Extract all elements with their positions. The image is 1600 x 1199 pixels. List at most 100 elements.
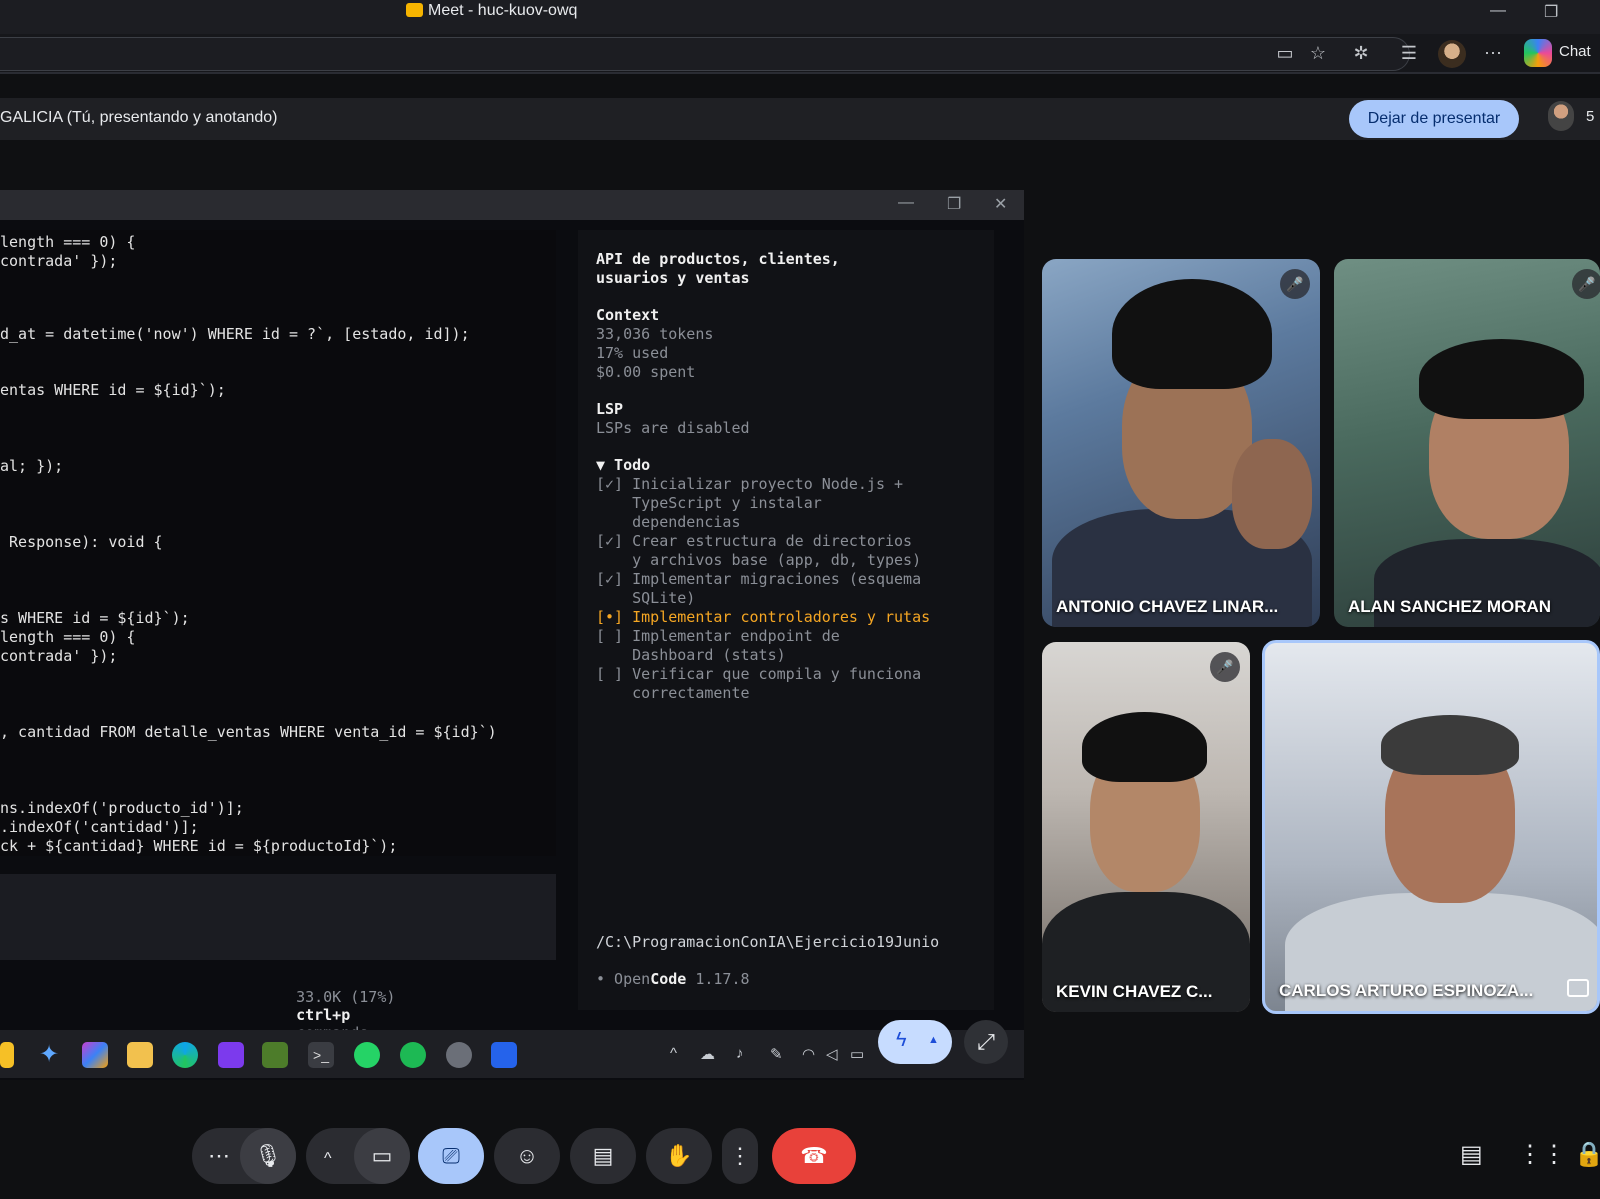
context-tokens: 33,036 tokens xyxy=(596,325,714,343)
participant-hand xyxy=(1232,439,1312,549)
presenter-label: GALICIA (Tú, presentando y anotando) xyxy=(0,109,278,126)
code-line: length === 0) { xyxy=(0,628,136,646)
participant-tile[interactable]: 🎤 ALAN SANCHEZ MORAN xyxy=(1334,259,1600,627)
token-usage: 33.0K (17%) xyxy=(296,988,396,1006)
todo-item-line: y archivos base (app, db, types) xyxy=(596,551,922,569)
raise-hand-button[interactable]: ✋ xyxy=(646,1128,712,1184)
window-title: Meet - huc-kuov-owq xyxy=(428,2,578,19)
chevron-up-icon[interactable]: ^ xyxy=(324,1150,332,1167)
chat-icon[interactable]: ▤ xyxy=(1460,1140,1483,1169)
minimize-button[interactable]: — xyxy=(1490,2,1506,20)
onedrive-icon: ☁ xyxy=(700,1046,715,1063)
chat-label[interactable]: Chat xyxy=(1559,43,1591,60)
participant-tile[interactable]: 🎤 ANTONIO CHAVEZ LINAR... xyxy=(1042,259,1320,627)
session-title-line-2: usuarios y ventas xyxy=(596,269,750,287)
code-line: d_at = datetime('now') WHERE id = ?`, [e… xyxy=(0,325,470,343)
meet-icon xyxy=(406,3,423,17)
working-directory: /C:\ProgramacionConIA\Ejercicio19Junio xyxy=(596,933,940,951)
participant-tile-active-speaker[interactable]: CARLOS ARTURO ESPINOZA... xyxy=(1262,640,1600,1014)
extensions-icon[interactable]: ✲ xyxy=(1348,40,1374,66)
people-icon[interactable] xyxy=(1548,101,1574,131)
expand-icon[interactable]: ⤢ xyxy=(964,1020,1008,1064)
context-heading: Context xyxy=(596,306,660,324)
code-line: entas WHERE id = ${id}`); xyxy=(0,381,226,399)
participant-hair xyxy=(1419,339,1584,419)
profile-avatar[interactable] xyxy=(1438,40,1466,68)
host-controls-icon[interactable]: 🔒 xyxy=(1574,1140,1600,1169)
more-actions-button[interactable]: ⋮ xyxy=(722,1128,758,1184)
browser-titlebar xyxy=(0,0,1600,34)
code-line: al; }); xyxy=(0,457,64,475)
hand-icon: ✋ xyxy=(665,1143,693,1168)
todo-item-line: [✓] Implementar migraciones (esquema xyxy=(596,570,922,588)
todo-item-line: [ ] Implementar endpoint de xyxy=(596,627,840,645)
sticky-notes-icon xyxy=(0,1042,14,1068)
todo-item-line: SQLite) xyxy=(596,589,696,607)
reactions-button[interactable]: ☺ xyxy=(494,1128,560,1184)
code-line: length === 0) { xyxy=(0,233,136,251)
code-line: s WHERE id = ${id}`); xyxy=(0,609,190,627)
captions-button[interactable]: ▤ xyxy=(570,1128,636,1184)
app-version: 1.17.8 xyxy=(695,970,750,988)
participant-name: KEVIN CHAVEZ C... xyxy=(1056,982,1213,1001)
command-key: ctrl+p xyxy=(296,1006,351,1024)
office-icon xyxy=(82,1042,108,1068)
whatsapp-icon xyxy=(354,1042,380,1068)
todo-item-line: Dashboard (stats) xyxy=(596,646,786,664)
stop-presenting-button[interactable]: Dejar de presentar xyxy=(1349,100,1519,138)
file-explorer-icon xyxy=(127,1042,153,1068)
volume-icon: ◁ xyxy=(826,1046,838,1063)
mail-icon xyxy=(491,1042,517,1068)
camera-icon[interactable]: ▭ xyxy=(1272,40,1298,66)
tray-mic-icon: ♪ xyxy=(736,1045,744,1062)
mic-off-icon: 🎤 xyxy=(1572,269,1600,299)
shared-close-icon: ✕ xyxy=(994,196,1008,213)
pen-icon: ✎ xyxy=(770,1046,783,1063)
todo-heading: ▼ Todo xyxy=(596,456,651,474)
prompt-input-area xyxy=(0,874,556,960)
code-line: contrada' }); xyxy=(0,252,118,270)
emoji-icon: ☺ xyxy=(515,1143,539,1168)
star-icon[interactable]: ☆ xyxy=(1305,40,1331,66)
todo-item-line: TypeScript y instalar xyxy=(596,494,822,512)
sparkle-icon: ✦ xyxy=(38,1041,60,1068)
copilot-icon[interactable] xyxy=(1524,39,1552,67)
edge-icon xyxy=(172,1042,198,1068)
chrome-icon xyxy=(446,1042,472,1068)
code-line: Response): void { xyxy=(0,533,163,551)
participant-hair xyxy=(1381,715,1519,775)
todo-item-line: [✓] Inicializar proyecto Node.js + xyxy=(596,475,904,493)
camera-button[interactable]: ▭ xyxy=(354,1128,410,1184)
code-pane: length === 0) {contrada' }); d_at = datet… xyxy=(0,230,556,856)
restore-button[interactable]: ❐ xyxy=(1544,2,1558,22)
more-icon[interactable]: ⋯ xyxy=(208,1143,230,1168)
participant-name: ANTONIO CHAVEZ LINAR... xyxy=(1056,597,1279,616)
participant-name: CARLOS ARTURO ESPINOZA... xyxy=(1279,981,1534,1000)
address-bar[interactable] xyxy=(0,37,1410,71)
participant-tile[interactable]: 🎤 KEVIN CHAVEZ C... xyxy=(1042,642,1250,1012)
mic-icon: 🎙 xyxy=(254,1143,282,1168)
context-spent: $0.00 spent xyxy=(596,363,696,381)
pin-icon[interactable] xyxy=(1567,979,1589,997)
session-title-line-1: API de productos, clientes, xyxy=(596,250,840,268)
participant-hair xyxy=(1112,279,1272,389)
participant-hair xyxy=(1082,712,1207,782)
shared-minimize-icon: — xyxy=(898,194,914,211)
lsp-status: LSPs are disabled xyxy=(596,419,750,437)
todo-item-line: dependencias xyxy=(596,513,741,531)
present-button[interactable]: ⎚ xyxy=(418,1128,484,1184)
app-version-line: • OpenCode 1.17.8 xyxy=(596,970,750,988)
leave-call-button[interactable]: ☎ xyxy=(772,1128,856,1184)
favorites-icon[interactable]: ☰ xyxy=(1396,40,1422,66)
caret-up-icon: ▲ xyxy=(928,1034,939,1046)
app-prefix: • Open xyxy=(596,970,651,988)
more-icon[interactable]: ⋯ xyxy=(1480,40,1506,66)
activities-icon[interactable]: ⋮⋮ xyxy=(1518,1140,1566,1169)
annotation-toolbar-button[interactable]: ϟ ▲ xyxy=(878,1020,952,1064)
todo-item-line: [•] Implementar controladores y rutas xyxy=(596,608,931,626)
wifi-icon: ◠ xyxy=(802,1046,816,1063)
people-count: 5 xyxy=(1586,108,1595,125)
code-line: ns.indexOf('producto_id')]; xyxy=(0,799,244,817)
todo-item-line: correctamente xyxy=(596,684,750,702)
mic-button[interactable]: 🎙 xyxy=(240,1128,296,1184)
